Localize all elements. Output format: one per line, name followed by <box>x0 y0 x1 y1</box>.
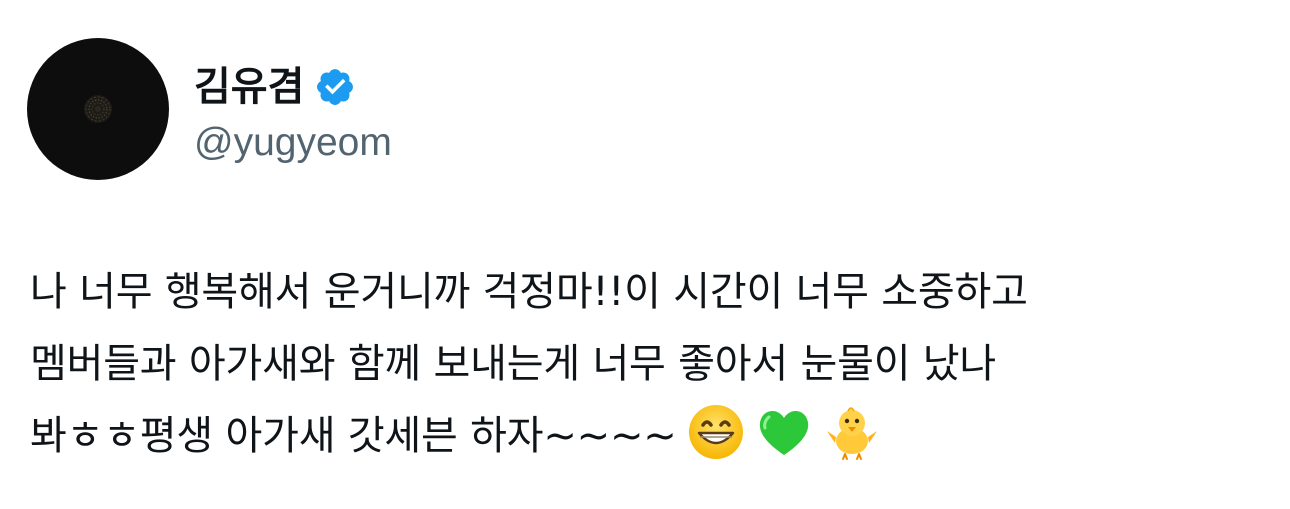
grinning-face-emoji-icon <box>687 403 745 461</box>
front-facing-baby-chick-emoji-icon <box>823 403 881 461</box>
name-row: 김유겸 <box>194 57 392 117</box>
verified-badge-icon[interactable] <box>314 66 356 108</box>
tweet-text: 나 너무 행복해서 운거니까 걱정마!!이 시간이 너무 소중하고 멤버들과 아… <box>30 256 1270 472</box>
tweet-header: 김유겸 @yugyeom <box>27 38 392 180</box>
tweet-text-line: 멤버들과 아가새와 함께 보내는게 너무 좋아서 눈물이 났나 <box>30 341 997 387</box>
avatar[interactable] <box>27 38 169 180</box>
tweet-text-line-last: 봐ㅎㅎ평생 아가새 갓세븐 하자~~~~ <box>30 400 1270 472</box>
tweet-text-line: 나 너무 행복해서 운거니까 걱정마!!이 시간이 너무 소중하고 <box>30 269 1028 315</box>
flower-icon <box>84 95 112 123</box>
author-identity: 김유겸 @yugyeom <box>194 57 392 162</box>
tweet-card: 김유겸 @yugyeom 나 너무 행복해서 운거니까 걱정마!!이 시간이 너… <box>0 0 1290 509</box>
display-name[interactable]: 김유겸 <box>194 67 304 107</box>
handle[interactable]: @yugyeom <box>194 123 392 162</box>
tweet-text-segment: 봐ㅎㅎ평생 아가새 갓세븐 하자~~~~ <box>30 413 677 459</box>
green-heart-emoji-icon <box>755 403 813 461</box>
